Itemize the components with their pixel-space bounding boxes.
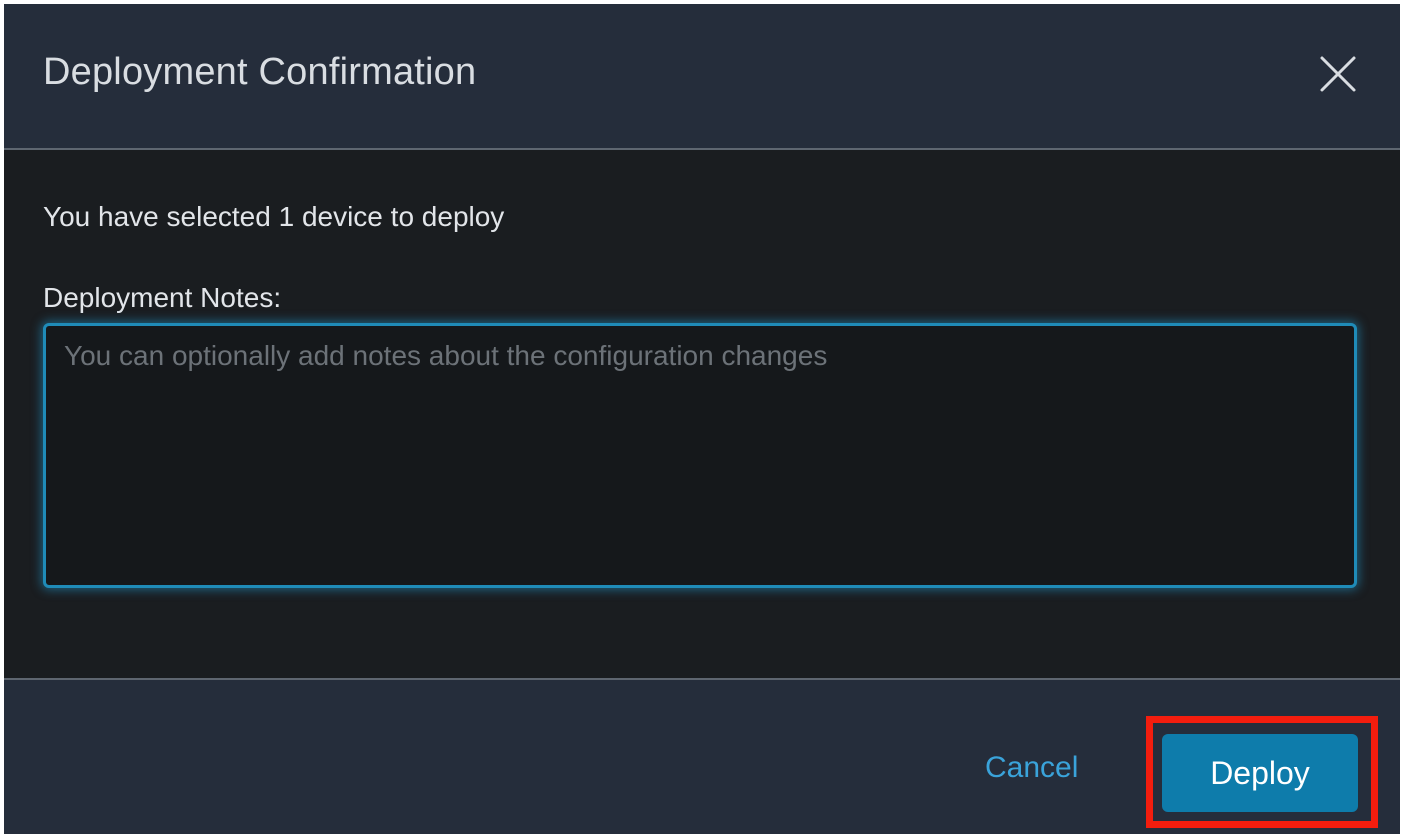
selected-devices-text: You have selected 1 device to deploy xyxy=(43,201,505,232)
deployment-notes-input[interactable] xyxy=(43,323,1357,588)
cancel-button[interactable]: Cancel xyxy=(985,751,1078,785)
deployment-confirmation-dialog: Deployment Confirmation You have selecte… xyxy=(4,4,1400,834)
dialog-header: Deployment Confirmation xyxy=(4,4,1400,150)
dialog-footer: Cancel Deploy xyxy=(4,678,1400,834)
deploy-button[interactable]: Deploy xyxy=(1162,734,1358,812)
dialog-body: You have selected 1 device to deploy Dep… xyxy=(4,150,1400,678)
dialog-title: Deployment Confirmation xyxy=(43,51,477,93)
deployment-notes-label: Deployment Notes: xyxy=(43,282,282,313)
close-icon-graphic xyxy=(1320,56,1356,92)
close-icon[interactable] xyxy=(1318,54,1358,94)
